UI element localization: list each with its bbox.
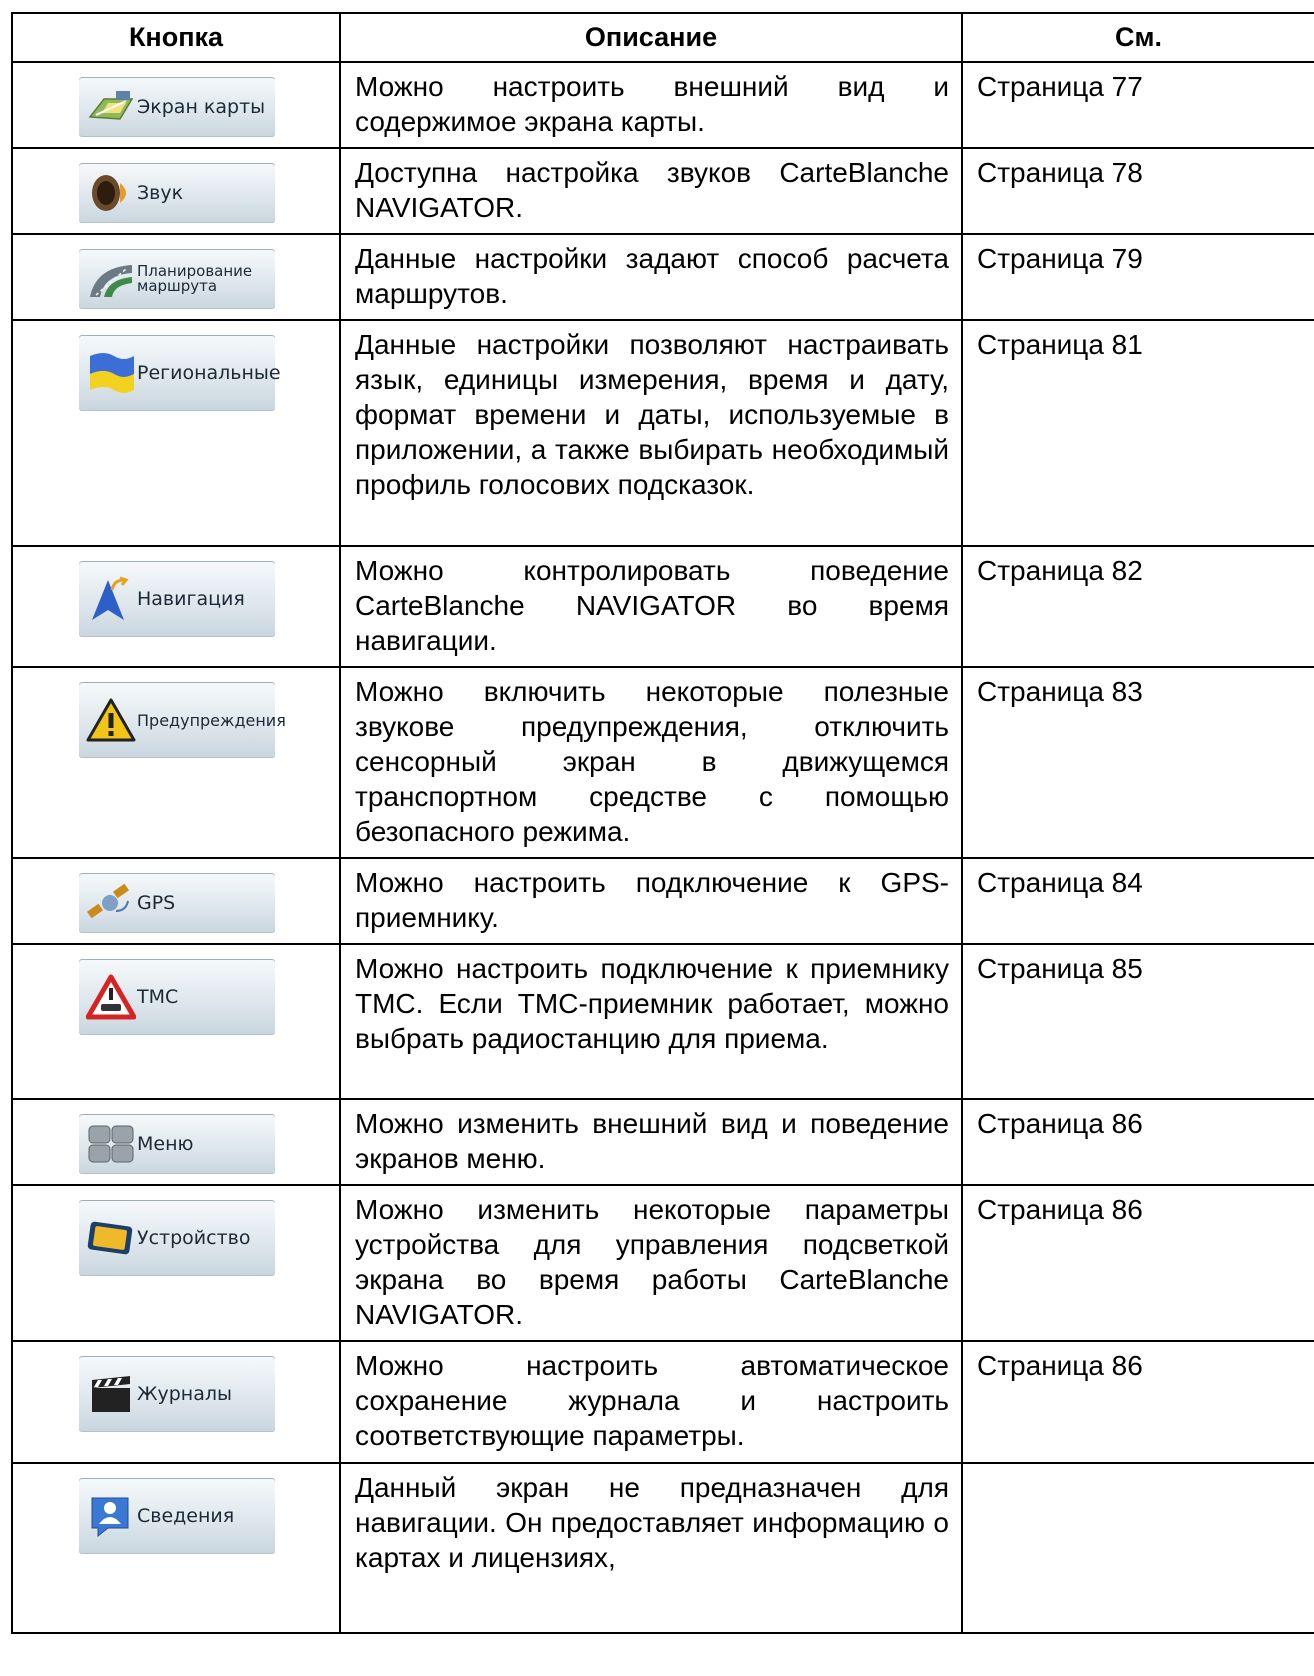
- button-cell: Сведения: [11, 1462, 341, 1634]
- button-cell: Планирование маршрута: [11, 233, 341, 321]
- button-cell: Журналы: [11, 1340, 341, 1464]
- warnings-button[interactable]: Предупреждения: [79, 682, 286, 758]
- button-cell: Меню: [11, 1098, 341, 1186]
- gps-button[interactable]: GPS: [79, 873, 275, 933]
- clapperboard-icon: [85, 1371, 137, 1417]
- see-cell: Страница 85: [961, 943, 1314, 1100]
- table-row: TMC Можно настроить подключение к приемн…: [11, 943, 1314, 1100]
- see-cell: Страница 86: [961, 1184, 1314, 1342]
- description-cell: Доступна настройка звуков CarteBlanche N…: [339, 147, 963, 235]
- button-cell: GPS: [11, 857, 341, 945]
- description-cell: Можно изменить внешний вид и поведение э…: [339, 1098, 963, 1186]
- button-label: GPS: [137, 891, 176, 914]
- description-cell: Данные настройки задают способ расчета м…: [339, 233, 963, 321]
- description-cell: Можно настроить внешний вид и содержимое…: [339, 61, 963, 149]
- satellite-icon: [85, 880, 137, 926]
- map-screen-button[interactable]: Экран карты: [79, 77, 275, 137]
- button-label: Навигация: [137, 587, 245, 610]
- table-row: GPS Можно настроить подключение к GPS-пр…: [11, 857, 1314, 945]
- logs-button[interactable]: Журналы: [79, 1356, 275, 1432]
- see-cell: Страница 81: [961, 319, 1314, 547]
- info-button[interactable]: Сведения: [79, 1478, 275, 1554]
- button-label: Сведения: [137, 1504, 235, 1527]
- button-cell: Региональные: [11, 319, 341, 547]
- description-cell: Можно включить некоторые полезные звуков…: [339, 666, 963, 859]
- see-cell: Страница 79: [961, 233, 1314, 321]
- description-cell: Данные настройки позволяют настраивать я…: [339, 319, 963, 547]
- traffic-sign-icon: [85, 974, 137, 1020]
- see-cell: Страница 78: [961, 147, 1314, 235]
- menu-button[interactable]: Меню: [79, 1114, 275, 1174]
- button-cell: Навигация: [11, 545, 341, 668]
- table-row: Экран карты Можно настроить внешний вид …: [11, 61, 1314, 149]
- info-person-icon: [85, 1493, 137, 1539]
- button-cell: Экран карты: [11, 61, 341, 149]
- tmc-button[interactable]: TMC: [79, 959, 275, 1035]
- header-button: Кнопка: [11, 12, 341, 63]
- description-cell: Данный экран не предназначен для навигац…: [339, 1462, 963, 1634]
- description-cell: Можно настроить автоматическое сохранени…: [339, 1340, 963, 1464]
- regional-button[interactable]: Региональные: [79, 335, 281, 411]
- button-label: Меню: [137, 1132, 194, 1155]
- see-cell: Страница 86: [961, 1340, 1314, 1464]
- description-cell: Можно контролировать поведение CarteBlan…: [339, 545, 963, 668]
- button-label: Экран карты: [137, 95, 266, 118]
- menu-grid-icon: [85, 1121, 137, 1167]
- table-row: Региональные Данные настройки позволяют …: [11, 319, 1314, 547]
- table-row: Журналы Можно настроить автоматическое с…: [11, 1340, 1314, 1464]
- sound-button[interactable]: Звук: [79, 163, 275, 223]
- description-cell: Можно изменить некоторые параметры устро…: [339, 1184, 963, 1342]
- route-planning-button[interactable]: Планирование маршрута: [79, 249, 275, 309]
- table-row: Предупреждения Можно включить некоторые …: [11, 666, 1314, 859]
- table-row: Устройство Можно изменить некоторые пара…: [11, 1184, 1314, 1342]
- button-cell: Предупреждения: [11, 666, 341, 859]
- button-label: Звук: [137, 181, 184, 204]
- header-see: См.: [961, 12, 1314, 63]
- table-row: Звук Доступна настройка звуков CarteBlan…: [11, 147, 1314, 235]
- see-cell: Страница 77: [961, 61, 1314, 149]
- device-icon: [85, 1215, 137, 1261]
- button-label: Журналы: [137, 1382, 232, 1405]
- speaker-icon: [85, 170, 137, 216]
- see-cell: Страница 82: [961, 545, 1314, 668]
- table-row: Меню Можно изменить внешний вид и поведе…: [11, 1098, 1314, 1186]
- button-cell: TMC: [11, 943, 341, 1100]
- see-cell: Страница 86: [961, 1098, 1314, 1186]
- button-cell: Устройство: [11, 1184, 341, 1342]
- table-header: Кнопка Описание См.: [11, 12, 1314, 63]
- button-label: Устройство: [137, 1226, 251, 1249]
- route-icon: [85, 256, 137, 302]
- table-row: Сведения Данный экран не предназначен дл…: [11, 1462, 1314, 1634]
- see-cell: Страница 84: [961, 857, 1314, 945]
- settings-table: Кнопка Описание См. Экран карты Можно на…: [11, 12, 1314, 1634]
- button-label: Региональные: [137, 361, 281, 384]
- map-screen-icon: [85, 84, 137, 130]
- see-cell: [961, 1462, 1314, 1634]
- warning-icon: [85, 697, 137, 743]
- table-row: Планирование маршрута Данные настройки з…: [11, 233, 1314, 321]
- button-label: Предупреждения: [137, 710, 286, 730]
- description-cell: Можно настроить подключение к приемнику …: [339, 943, 963, 1100]
- flag-icon: [85, 350, 137, 396]
- navigation-button[interactable]: Навигация: [79, 561, 275, 637]
- table-row: Навигация Можно контролировать поведение…: [11, 545, 1314, 668]
- navigation-arrow-icon: [85, 576, 137, 622]
- device-button[interactable]: Устройство: [79, 1200, 275, 1276]
- button-label: TMC: [137, 985, 179, 1008]
- button-cell: Звук: [11, 147, 341, 235]
- see-cell: Страница 83: [961, 666, 1314, 859]
- description-cell: Можно настроить подключение к GPS-приемн…: [339, 857, 963, 945]
- header-row: Кнопка Описание См.: [11, 12, 1314, 63]
- button-label: Планирование маршрута: [137, 262, 253, 295]
- header-description: Описание: [339, 12, 963, 63]
